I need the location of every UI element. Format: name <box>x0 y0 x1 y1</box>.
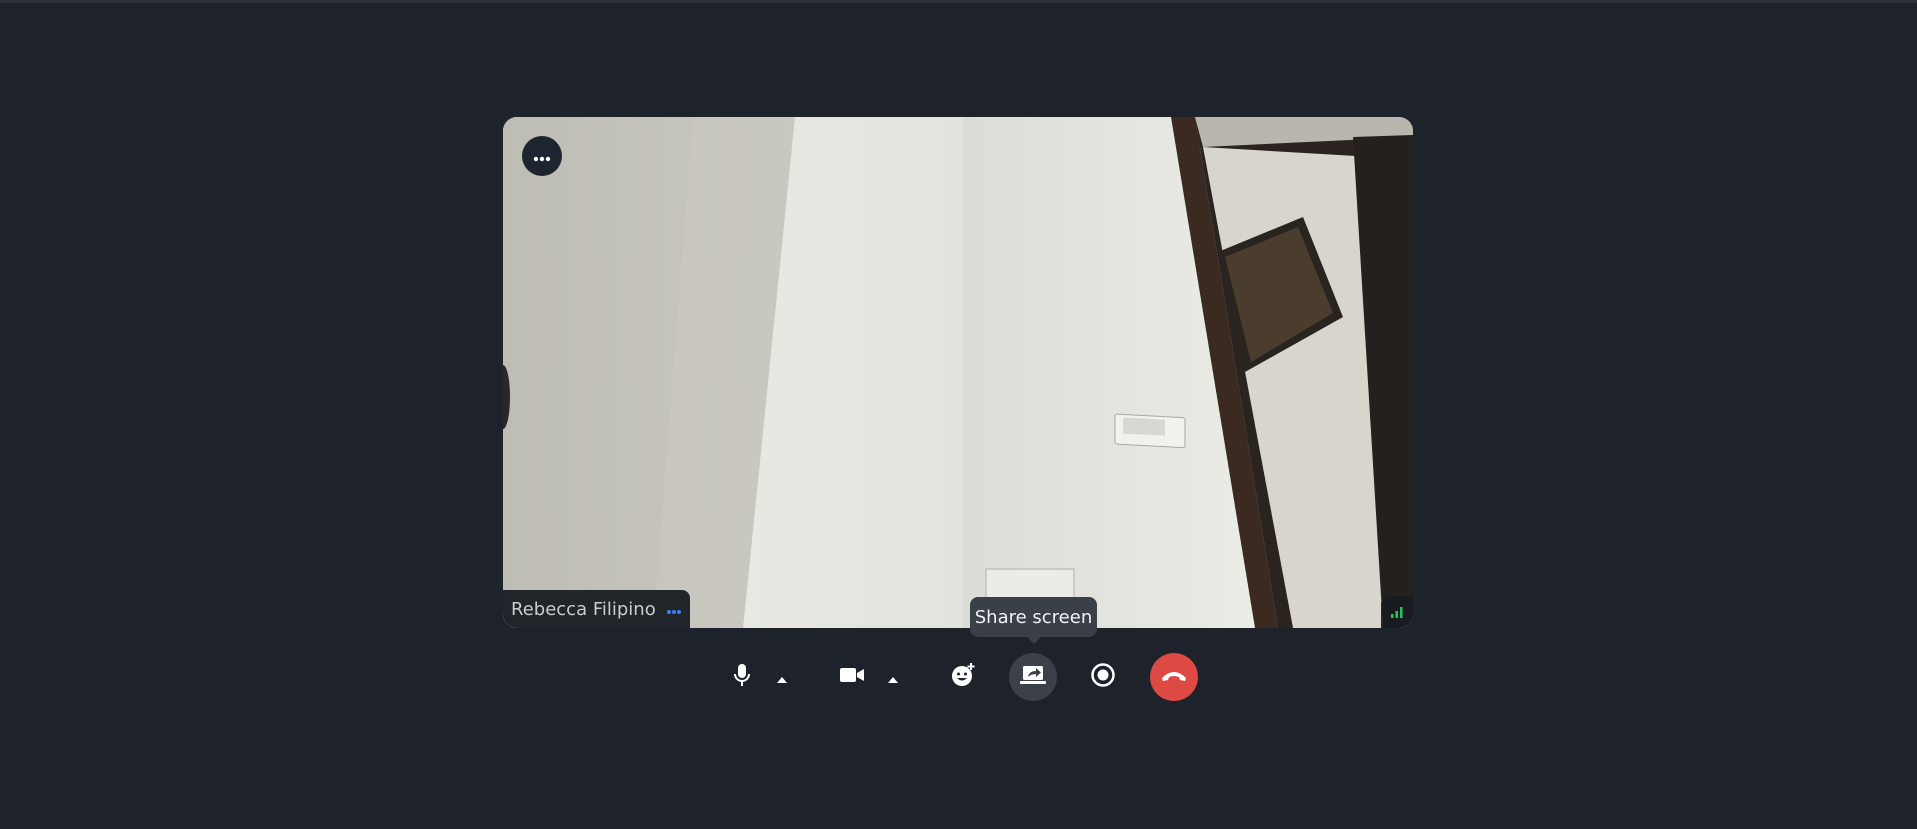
microphone-button[interactable] <box>718 653 766 701</box>
share-screen-tooltip: Share screen <box>970 597 1097 644</box>
phone-hangup-icon <box>1160 668 1188 687</box>
camera-options-button[interactable] <box>879 653 907 701</box>
more-horizontal-icon <box>533 147 551 166</box>
emoji-add-icon <box>950 662 976 692</box>
participant-options-button[interactable] <box>666 600 682 619</box>
microphone-options-button[interactable] <box>768 653 796 701</box>
tile-more-options-button[interactable] <box>522 136 562 176</box>
leave-call-button[interactable] <box>1150 653 1198 701</box>
window-top-edge <box>0 0 1917 3</box>
connection-quality-indicator[interactable] <box>1381 596 1413 628</box>
tooltip-text: Share screen <box>974 606 1093 628</box>
record-icon <box>1090 662 1116 692</box>
signal-bars-icon <box>1390 603 1404 622</box>
camera-button[interactable] <box>828 653 876 701</box>
participant-name: Rebecca Filipino <box>511 598 656 620</box>
call-controls-toolbar <box>0 653 1917 701</box>
record-button[interactable] <box>1079 653 1127 701</box>
video-camera-icon <box>840 667 864 687</box>
participant-name-tag: Rebecca Filipino <box>503 590 690 628</box>
camera-feed <box>503 117 1413 628</box>
microphone-icon <box>732 663 752 691</box>
share-screen-icon <box>1020 665 1046 689</box>
participant-video-tile[interactable]: Rebecca Filipino <box>503 117 1413 628</box>
caret-up-icon <box>777 668 787 687</box>
more-horizontal-icon <box>666 600 682 619</box>
share-screen-button[interactable] <box>1009 653 1057 701</box>
reactions-button[interactable] <box>939 653 987 701</box>
caret-up-icon <box>888 668 898 687</box>
